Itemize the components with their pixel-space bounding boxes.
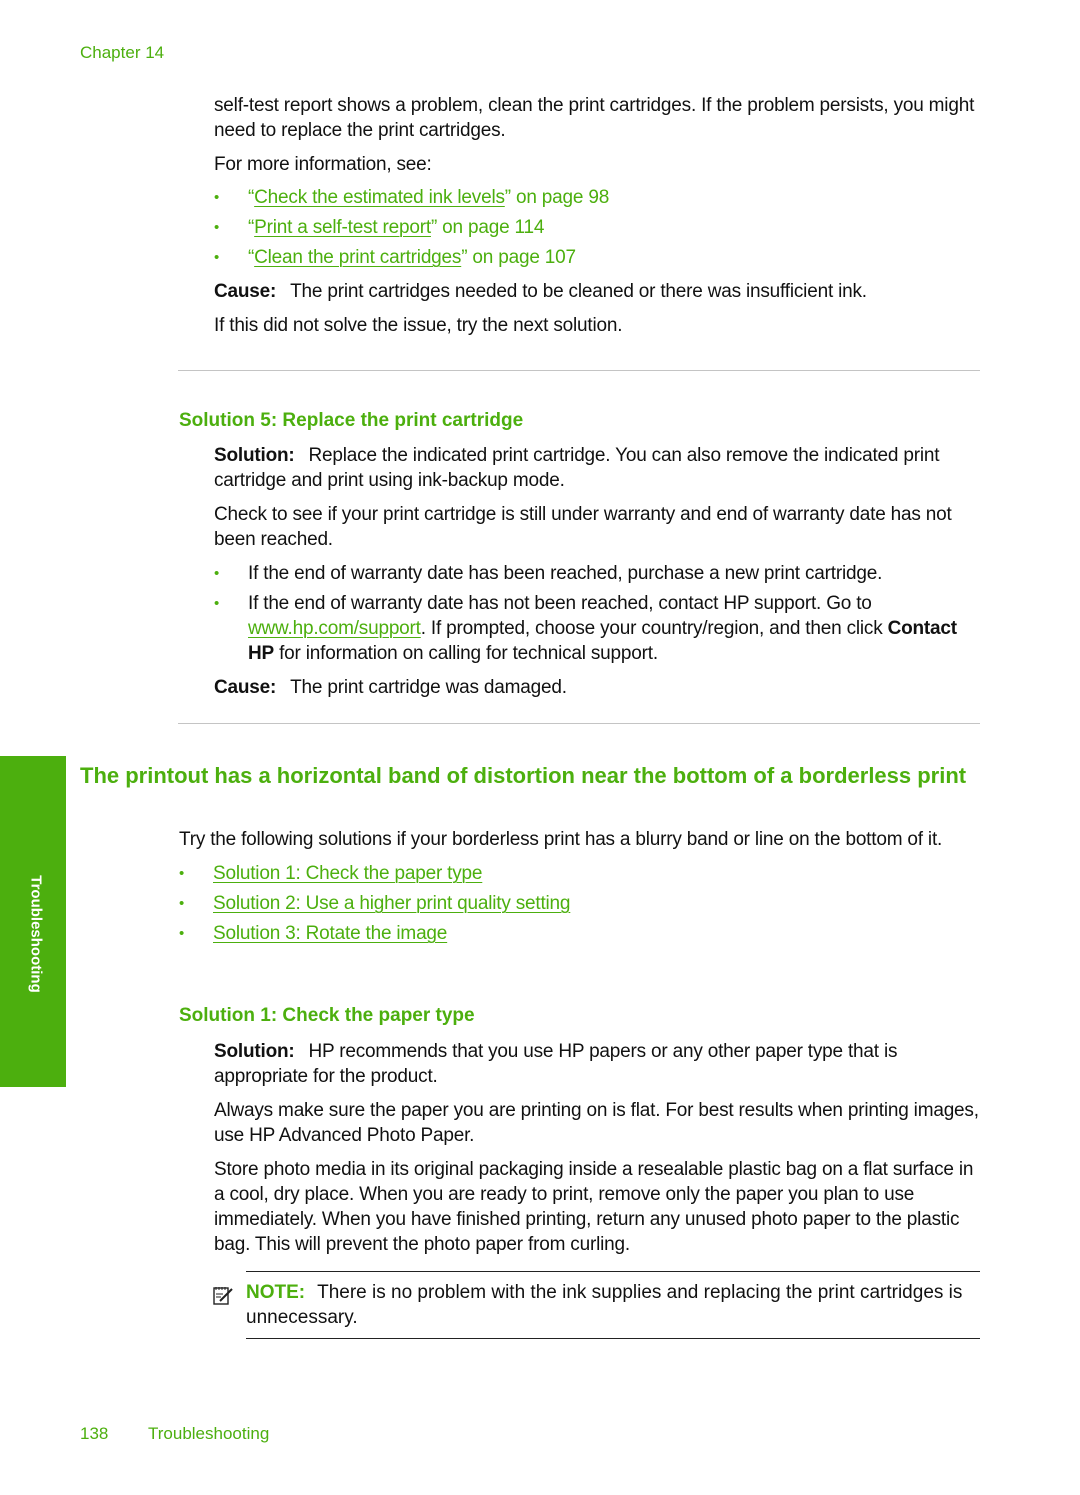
reference-list: • “Check the estimated ink levels” on pag… xyxy=(214,185,984,270)
list-item: • Solution 2: Use a higher print quality … xyxy=(179,891,984,916)
bullet-icon: • xyxy=(214,595,220,612)
flat-paper-paragraph: Always make sure the paper you are print… xyxy=(214,1100,979,1146)
list-item: • “Clean the print cartridges” on page 10… xyxy=(214,247,576,268)
list-item: • “Check the estimated ink levels” on pag… xyxy=(214,187,610,208)
section-top: self-test report shows a problem, clean … xyxy=(214,93,984,347)
solution1-body: Solution: HP recommends that you use HP p… xyxy=(214,1039,984,1266)
bullet-icon: • xyxy=(214,249,220,266)
side-tab-troubleshooting: Troubleshooting xyxy=(0,756,66,1087)
solution1-heading: Solution 1: Check the paper type xyxy=(179,1005,475,1026)
note-pencil-icon xyxy=(213,1287,233,1305)
bullet-icon: • xyxy=(214,189,220,206)
list-item: • Solution 3: Rotate the image xyxy=(179,921,984,946)
bullet-icon: • xyxy=(179,925,185,942)
section-main-body: Try the following solutions if your bord… xyxy=(179,827,984,955)
bullet-icon: • xyxy=(214,565,220,582)
section-heading: The printout has a horizontal band of di… xyxy=(80,763,967,788)
page-number: 138 xyxy=(80,1424,109,1443)
note-bottom-rule xyxy=(246,1338,980,1339)
intro-paragraph: Try the following solutions if your bord… xyxy=(179,829,943,850)
bullet-icon: • xyxy=(214,219,220,236)
more-info-text: For more information, see: xyxy=(214,154,432,175)
storage-paragraph: Store photo media in its original packag… xyxy=(214,1159,974,1255)
footer-section: Troubleshooting xyxy=(148,1424,270,1443)
divider xyxy=(178,370,980,371)
bullet-icon: • xyxy=(179,895,185,912)
solution-links-list: • Solution 1: Check the paper type • Solut… xyxy=(179,861,984,946)
ref-link-clean-cartridges[interactable]: Clean the print cartridges xyxy=(254,247,461,268)
solution5-heading: Solution 5: Replace the print cartridge xyxy=(179,410,524,431)
divider xyxy=(178,723,980,724)
chapter-label: Chapter 14 xyxy=(80,43,165,62)
cause-paragraph: Cause: The print cartridges needed to be … xyxy=(214,281,867,302)
solution5-body: Solution: Replace the indicated print car… xyxy=(214,443,984,709)
ref-link-self-test[interactable]: Print a self-test report xyxy=(254,217,431,238)
note-box: NOTE: There is no problem with the ink su… xyxy=(212,1271,980,1339)
next-solution-text: If this did not solve the issue, try the… xyxy=(214,315,623,336)
note-label: NOTE: xyxy=(246,1282,306,1303)
list-item: • If the end of warranty date has been re… xyxy=(214,563,883,584)
bullet-icon: • xyxy=(179,865,185,882)
warranty-check-paragraph: Check to see if your print cartridge is … xyxy=(214,504,952,550)
side-tab-label: Troubleshooting xyxy=(27,875,45,993)
solution-paragraph: Solution: Replace the indicated print car… xyxy=(214,445,940,491)
cause-paragraph: Cause: The print cartridge was damaged. xyxy=(214,677,567,698)
intro-paragraph: self-test report shows a problem, clean … xyxy=(214,95,975,141)
solution1-link[interactable]: Solution 1: Check the paper type xyxy=(213,863,482,884)
solution3-link[interactable]: Solution 3: Rotate the image xyxy=(213,923,447,944)
hp-support-link[interactable]: www.hp.com/support xyxy=(248,618,421,639)
warranty-list: • If the end of warranty date has been re… xyxy=(214,561,984,666)
solution2-link[interactable]: Solution 2: Use a higher print quality s… xyxy=(213,893,570,914)
ref-link-ink-levels[interactable]: Check the estimated ink levels xyxy=(254,187,505,208)
list-item: • If the end of warranty date has not bee… xyxy=(214,593,957,664)
list-item: • “Print a self-test report” on page 114 xyxy=(214,217,545,238)
solution-paragraph: Solution: HP recommends that you use HP p… xyxy=(214,1041,898,1087)
list-item: • Solution 1: Check the paper type xyxy=(179,861,984,886)
note-text: There is no problem with the ink supplie… xyxy=(246,1282,963,1328)
